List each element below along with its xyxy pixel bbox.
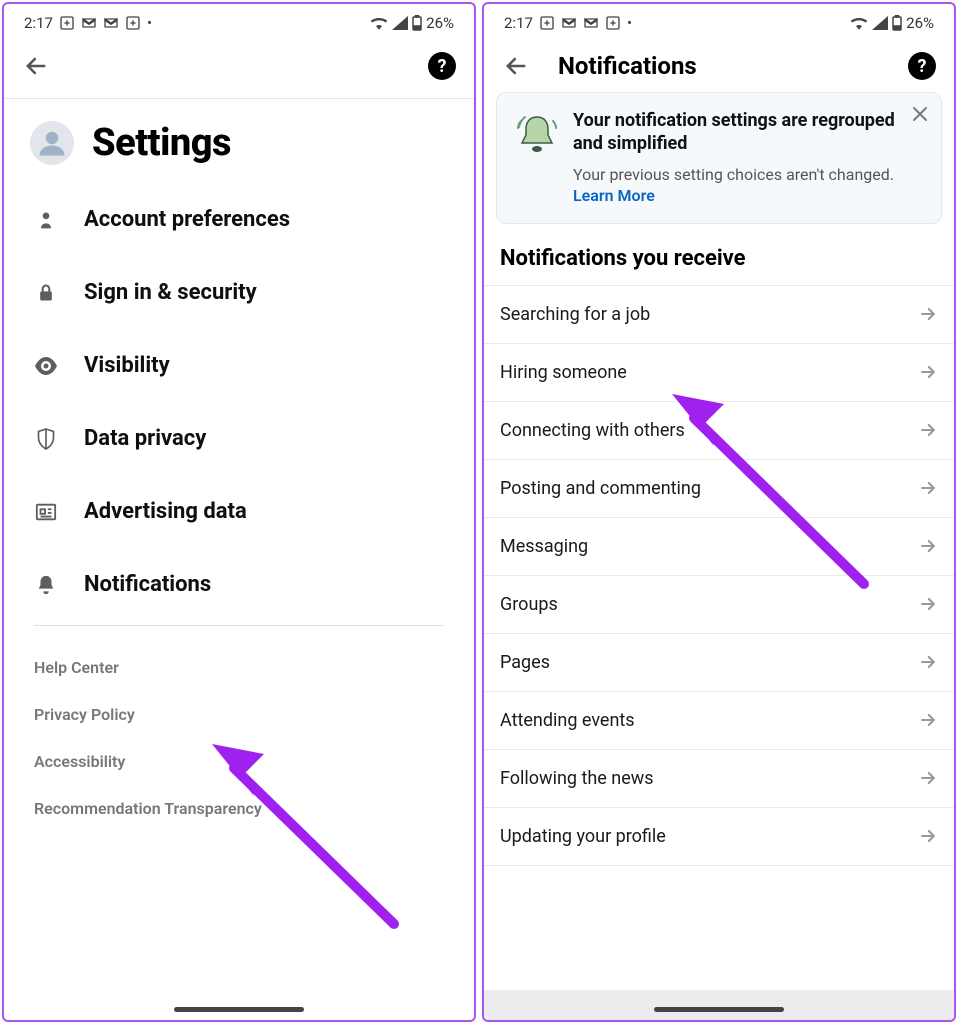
settings-item-advertising[interactable]: Advertising data [4, 475, 474, 548]
help-icon[interactable]: ? [428, 52, 456, 80]
chevron-right-icon [918, 362, 938, 382]
notification-icon [539, 15, 555, 31]
learn-more-link[interactable]: Learn More [573, 186, 655, 205]
notif-label: Messaging [500, 536, 588, 557]
more-dot: • [627, 14, 632, 32]
settings-label: Sign in & security [84, 280, 257, 305]
settings-item-notifications[interactable]: Notifications [4, 548, 474, 621]
home-indicator[interactable] [654, 1007, 784, 1012]
footer-link-privacy[interactable]: Privacy Policy [34, 691, 444, 738]
chevron-right-icon [918, 304, 938, 324]
signal-icon [392, 16, 408, 30]
settings-item-privacy[interactable]: Data privacy [4, 402, 474, 475]
settings-label: Visibility [84, 353, 170, 378]
mail-icon [81, 15, 97, 31]
chevron-right-icon [918, 768, 938, 788]
settings-screen: 2:17 • 26% [2, 2, 476, 1022]
app-icon [125, 15, 141, 31]
chevron-right-icon [918, 536, 938, 556]
card-title: Your notification settings are regrouped… [573, 109, 925, 156]
notif-row-profile[interactable]: Updating your profile [484, 808, 954, 866]
lock-icon [34, 282, 58, 304]
home-indicator[interactable] [174, 1007, 304, 1012]
wifi-icon [370, 16, 388, 30]
notif-label: Pages [500, 652, 550, 673]
notif-row-groups[interactable]: Groups [484, 576, 954, 634]
footer-link-accessibility[interactable]: Accessibility [34, 738, 444, 785]
notif-row-news[interactable]: Following the news [484, 750, 954, 808]
notif-row-searching-job[interactable]: Searching for a job [484, 285, 954, 344]
notification-list: Searching for a job Hiring someone Conne… [484, 285, 954, 866]
shield-icon [34, 427, 58, 451]
settings-title-row: Settings [4, 99, 474, 183]
settings-label: Account preferences [84, 207, 290, 232]
settings-label: Advertising data [84, 499, 247, 524]
chevron-right-icon [918, 652, 938, 672]
notification-icon [59, 15, 75, 31]
notif-label: Posting and commenting [500, 478, 701, 499]
battery-icon [892, 15, 902, 31]
help-icon[interactable]: ? [908, 52, 936, 80]
mail-icon-2 [583, 15, 599, 31]
mail-icon-2 [103, 15, 119, 31]
bell-illustration-icon [511, 109, 559, 207]
settings-item-security[interactable]: Sign in & security [4, 256, 474, 329]
back-arrow-icon[interactable] [22, 52, 50, 80]
chevron-right-icon [918, 420, 938, 440]
app-header: Notifications ? [484, 38, 954, 92]
settings-label: Data privacy [84, 426, 206, 451]
notif-row-events[interactable]: Attending events [484, 692, 954, 750]
footer-link-help[interactable]: Help Center [34, 644, 444, 691]
status-time: 2:17 [504, 14, 533, 32]
battery-percent: 26% [906, 14, 934, 32]
page-title: Notifications [558, 52, 697, 80]
battery-percent: 26% [426, 14, 454, 32]
notif-row-hiring[interactable]: Hiring someone [484, 344, 954, 402]
close-icon[interactable] [911, 105, 929, 123]
bell-icon [34, 573, 58, 597]
battery-icon [412, 15, 422, 31]
more-dot: • [147, 14, 152, 32]
notif-row-connecting[interactable]: Connecting with others [484, 402, 954, 460]
avatar[interactable] [30, 121, 74, 165]
notif-label: Connecting with others [500, 420, 685, 441]
chevron-right-icon [918, 594, 938, 614]
app-header: ? [4, 38, 474, 99]
settings-label: Notifications [84, 572, 211, 597]
newspaper-icon [34, 502, 58, 522]
signal-icon [872, 16, 888, 30]
notif-label: Searching for a job [500, 304, 650, 325]
status-time: 2:17 [24, 14, 53, 32]
chevron-right-icon [918, 710, 938, 730]
notif-label: Hiring someone [500, 362, 627, 383]
chevron-right-icon [918, 826, 938, 846]
page-title: Settings [92, 121, 231, 165]
notif-row-messaging[interactable]: Messaging [484, 518, 954, 576]
status-bar: 2:17 • 26% [484, 4, 954, 38]
notif-label: Attending events [500, 710, 635, 731]
settings-item-account[interactable]: Account preferences [4, 183, 474, 256]
card-subtitle: Your previous setting choices aren't cha… [573, 164, 925, 207]
chevron-right-icon [918, 478, 938, 498]
notif-label: Groups [500, 594, 558, 615]
info-card: Your notification settings are regrouped… [496, 92, 942, 224]
settings-item-visibility[interactable]: Visibility [4, 329, 474, 402]
app-icon [605, 15, 621, 31]
mail-icon [561, 15, 577, 31]
footer-link-recommendation[interactable]: Recommendation Transparency [34, 785, 444, 832]
back-arrow-icon[interactable] [502, 52, 530, 80]
notif-row-pages[interactable]: Pages [484, 634, 954, 692]
eye-icon [34, 357, 58, 375]
status-bar: 2:17 • 26% [4, 4, 474, 38]
notif-row-posting[interactable]: Posting and commenting [484, 460, 954, 518]
wifi-icon [850, 16, 868, 30]
notif-label: Following the news [500, 768, 654, 789]
notifications-screen: 2:17 • 26% [482, 2, 956, 1022]
notif-label: Updating your profile [500, 826, 666, 847]
bottom-strip [484, 990, 954, 1020]
section-heading: Notifications you receive [484, 238, 954, 285]
person-icon [34, 209, 58, 231]
divider [34, 625, 444, 626]
